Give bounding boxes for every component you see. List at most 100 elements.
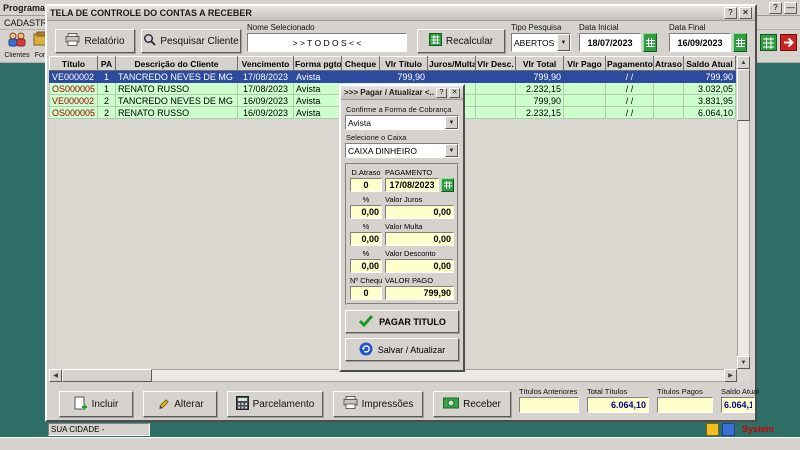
desktop: Programa ? — CADASTROS Clientes For: [0, 0, 800, 450]
valor-pago-label: VALOR PAGO: [385, 276, 454, 286]
parent-help-button[interactable]: ?: [769, 2, 782, 14]
desconto-pct-field[interactable]: 0,00: [350, 259, 382, 273]
titulos-pagos-field[interactable]: [657, 397, 713, 413]
tipo-pesquisa-select[interactable]: ABERTOS ▼: [511, 33, 571, 52]
column-header[interactable]: Atraso: [654, 57, 684, 71]
receber-button[interactable]: Receber: [433, 391, 511, 417]
cell: [428, 71, 476, 83]
parcelamento-button-label: Parcelamento: [253, 399, 315, 410]
dialog-close-button[interactable]: ✕: [449, 88, 460, 98]
cheque-value: 0: [363, 288, 368, 298]
column-header[interactable]: PA: [98, 57, 116, 71]
vertical-scrollbar[interactable]: ▲ ▼: [737, 56, 750, 369]
recalcular-button[interactable]: Recalcular: [417, 29, 505, 53]
column-header[interactable]: Saldo Atual: [684, 57, 736, 71]
data-final-calendar-icon[interactable]: [733, 33, 747, 52]
multa-field[interactable]: 0,00: [385, 232, 454, 246]
titulos-anteriores-field[interactable]: [519, 397, 579, 413]
column-header[interactable]: Descrição do Cliente: [116, 57, 238, 71]
toolbar-item-clientes[interactable]: Clientes: [2, 31, 32, 62]
column-header[interactable]: Forma pgto: [294, 57, 342, 71]
nome-selecionado-field[interactable]: > > T O D O S < <: [247, 33, 407, 52]
cell: [476, 95, 516, 107]
column-header[interactable]: Vlr Desc.: [476, 57, 516, 71]
window-help-button[interactable]: ?: [724, 7, 737, 19]
desconto-field[interactable]: 0,00: [385, 259, 454, 273]
chevron-down-icon[interactable]: ▼: [557, 34, 570, 51]
impressoes-button[interactable]: Impressões: [333, 391, 423, 417]
exit-icon[interactable]: [780, 34, 797, 56]
parent-minimize-button[interactable]: —: [784, 2, 797, 14]
pagar-titulo-button[interactable]: PAGAR TITULO: [345, 310, 459, 333]
forma-cobranca-select[interactable]: Avista ▼: [345, 115, 459, 130]
spreadsheet-icon[interactable]: [760, 34, 777, 56]
scroll-right-icon[interactable]: ▶: [724, 369, 737, 382]
chevron-down-icon[interactable]: ▼: [445, 144, 458, 157]
cell: 799,90: [516, 95, 564, 107]
column-header[interactable]: Vlr Total: [516, 57, 564, 71]
clients-icon: [6, 34, 28, 51]
cell: [654, 95, 684, 107]
printer-icon: [65, 33, 80, 49]
chevron-down-icon[interactable]: ▼: [445, 116, 458, 129]
scroll-down-icon[interactable]: ▼: [737, 356, 750, 369]
tipo-pesquisa-value: ABERTOS: [512, 34, 557, 51]
status-city-box: SUA CIDADE -: [48, 423, 150, 436]
pagamento-field[interactable]: 17/08/2023: [385, 178, 439, 192]
window-titlebar[interactable]: TELA DE CONTROLE DO CONTAS A RECEBER ? ✕: [47, 6, 755, 21]
alterar-button[interactable]: Alterar: [143, 391, 217, 417]
relatorio-button[interactable]: Relatório: [55, 29, 135, 53]
column-header[interactable]: Pagamento: [606, 57, 654, 71]
saldo-atual-field[interactable]: 6.064,10: [721, 397, 755, 413]
vertical-scroll-thumb[interactable]: [737, 69, 750, 121]
valor-pago-field[interactable]: 799,90: [385, 286, 454, 300]
column-header[interactable]: Vlr Pago: [564, 57, 606, 71]
scroll-up-icon[interactable]: ▲: [737, 56, 750, 69]
taskbar[interactable]: [0, 437, 800, 450]
total-titulos-field[interactable]: 6.064,10: [587, 397, 649, 413]
payment-panel: D.Atraso PAGAMENTO 0 17/08/2023 % Valor …: [345, 163, 459, 305]
multa-value: 0,00: [433, 234, 451, 244]
column-header[interactable]: Cheque: [342, 57, 380, 71]
cell: [476, 83, 516, 95]
data-final-field[interactable]: 16/09/2023: [669, 33, 731, 52]
forma-cobranca-value: Avista: [346, 116, 445, 129]
cell: OS000005: [50, 83, 98, 95]
parcelamento-button[interactable]: Parcelamento: [227, 391, 323, 417]
window-title: TELA DE CONTROLE DO CONTAS A RECEBER: [50, 8, 722, 18]
caixa-select[interactable]: CAIXA DINHEIRO ▼: [345, 143, 459, 158]
multa-pct-field[interactable]: 0,00: [350, 232, 382, 246]
cheque-field[interactable]: 0: [350, 286, 382, 300]
window-close-button[interactable]: ✕: [739, 7, 752, 19]
column-header[interactable]: Vencimento: [238, 57, 294, 71]
column-header[interactable]: Título: [50, 57, 98, 71]
cell: / /: [606, 95, 654, 107]
column-header[interactable]: Vlr Título: [380, 57, 428, 71]
cell: 2.232,15: [516, 83, 564, 95]
column-header[interactable]: Juros/Multa: [428, 57, 476, 71]
atraso-label: D.Atraso: [350, 168, 382, 178]
dialog-titlebar[interactable]: >>> Pagar / Atualizar <... ? ✕: [341, 86, 463, 100]
table-row[interactable]: VE0000021TANCREDO NEVES DE MG17/08/2023A…: [50, 71, 736, 83]
data-inicial-calendar-icon[interactable]: [643, 33, 657, 52]
cell: 17/08/2023: [238, 71, 294, 83]
dialog-help-button[interactable]: ?: [436, 88, 447, 98]
horizontal-scroll-thumb[interactable]: [62, 369, 152, 382]
cell: [564, 71, 606, 83]
pagamento-calendar-icon[interactable]: [441, 178, 454, 192]
cell: 17/08/2023: [238, 83, 294, 95]
receber-button-label: Receber: [463, 399, 501, 410]
scroll-left-icon[interactable]: ◀: [49, 369, 62, 382]
multa-pct-label: %: [350, 222, 382, 232]
pesquisar-cliente-button[interactable]: Pesquisar Cliente: [141, 29, 241, 53]
parent-statusbar: SUA CIDADE - System: [0, 422, 800, 437]
cell: [654, 83, 684, 95]
juros-field[interactable]: 0,00: [385, 205, 454, 219]
data-inicial-field[interactable]: 18/07/2023: [579, 33, 641, 52]
atraso-field[interactable]: 0: [350, 178, 382, 192]
incluir-button[interactable]: Incluir: [59, 391, 133, 417]
cell: VE000002: [50, 71, 98, 83]
salvar-atualizar-button[interactable]: Salvar / Atualizar: [345, 338, 459, 361]
juros-pct-field[interactable]: 0,00: [350, 205, 382, 219]
data-final-label: Data Final: [669, 23, 705, 32]
